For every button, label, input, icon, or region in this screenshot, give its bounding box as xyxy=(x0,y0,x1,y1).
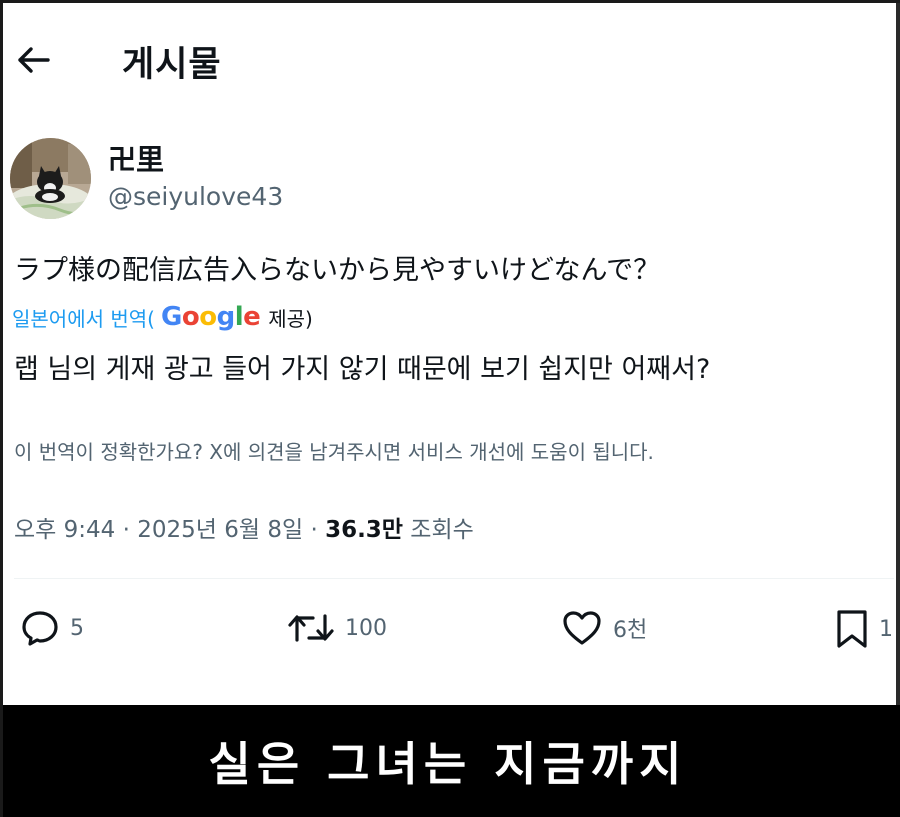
post-date[interactable]: 2025년 6월 8일 xyxy=(137,517,303,543)
views-count: 36.3만 xyxy=(325,517,403,543)
meta-separator: · xyxy=(122,517,130,543)
post-time[interactable]: 오후 9:44 xyxy=(14,517,115,543)
repost-count: 100 xyxy=(345,615,387,641)
repost-icon xyxy=(288,614,334,642)
subtitle-text: 실은 그녀는 지금까지 xyxy=(208,737,688,791)
meta-separator: · xyxy=(310,517,318,543)
post-meta: 오후 9:44 · 2025년 6월 8일 · 36.3만 조회수 xyxy=(14,510,474,544)
reply-count: 5 xyxy=(70,615,84,641)
like-count: 6천 xyxy=(613,618,648,643)
reply-button[interactable]: 5 xyxy=(20,608,84,648)
page-title: 게시물 xyxy=(122,45,222,85)
post-header: 게시물 xyxy=(0,0,900,120)
translation-source-link[interactable]: 일본어에서 번역( xyxy=(12,303,155,332)
divider xyxy=(14,578,894,579)
google-logo: Google xyxy=(160,302,261,332)
translation-feedback[interactable]: 이 번역이 정확한가요? X에 의견을 남겨주시면 서비스 개선에 도움이 됩니… xyxy=(14,436,654,465)
heart-icon xyxy=(563,611,601,645)
screen-edge xyxy=(896,0,900,705)
arrow-left-icon xyxy=(18,47,50,73)
screenshot-frame xyxy=(0,0,900,817)
translated-text: 랩 님의 게재 광고 들어 가지 않기 때문에 보기 쉽지만 어째서? xyxy=(14,354,711,385)
author-handle[interactable]: @seiyulove43 xyxy=(108,182,283,211)
bookmark-count: 1 xyxy=(879,616,893,642)
like-button[interactable]: 6천 xyxy=(561,608,647,648)
repost-button[interactable]: 100 xyxy=(287,608,387,648)
post-text: ラプ様の配信広告入らないから見やすいけどなんで？ xyxy=(14,255,661,286)
author-display-name[interactable]: 卍里 xyxy=(108,138,164,178)
bookmark-button[interactable]: 1 xyxy=(835,608,893,650)
translation-attribution: 일본어에서 번역( Google 제공) xyxy=(12,302,313,332)
translation-provided-label: 제공) xyxy=(268,306,313,331)
reply-icon xyxy=(22,611,58,646)
subtitle-bar: 실은 그녀는 지금까지 xyxy=(0,705,900,817)
bookmark-icon xyxy=(837,610,867,648)
action-bar: 5 100 6천 1 xyxy=(0,598,900,660)
cat-avatar-icon xyxy=(10,138,91,219)
back-button[interactable] xyxy=(14,40,54,80)
views-label: 조회수 xyxy=(410,517,474,543)
avatar[interactable] xyxy=(10,138,91,219)
